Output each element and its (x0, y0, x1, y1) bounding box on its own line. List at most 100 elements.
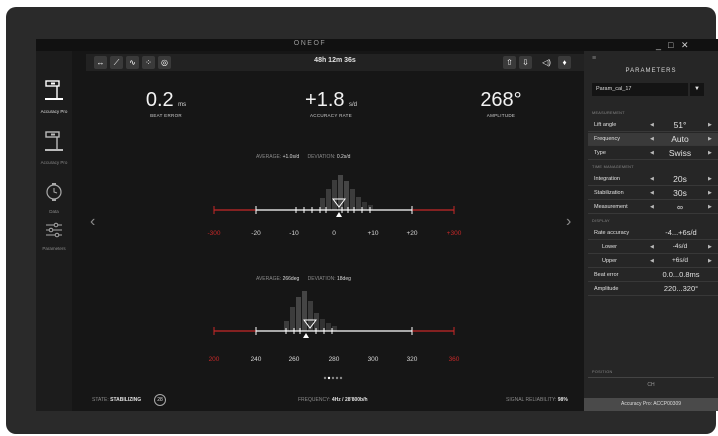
amp-deviation-value: 18deg (336, 276, 351, 282)
frequency-value: 4Hz / 28'800b/h (331, 397, 368, 403)
amplitude-tick-labels: 200 240 260 280 300 320 360 (209, 356, 460, 363)
state-status: STATE: STABILIZING (92, 397, 141, 403)
decrease-icon[interactable]: ◀ (650, 241, 654, 253)
increase-icon[interactable]: ▶ (708, 119, 712, 131)
page-indicator (323, 376, 343, 380)
state-counter: 28 (154, 394, 166, 406)
rate-tick-label: -10 (289, 230, 299, 237)
divider (588, 377, 714, 378)
frequency-status: FREQUENCY: 4Hz / 28'800b/h (298, 397, 368, 403)
preset-select[interactable]: Param_cal_17 (592, 83, 688, 96)
param-integration[interactable]: Integration ◀ 20s ▶ (588, 173, 718, 186)
rate-tick-label: -300 (207, 230, 220, 237)
param-value: 30s (673, 188, 687, 198)
close-button[interactable]: ✕ (681, 39, 689, 51)
section-display: DISPLAY (592, 219, 610, 223)
amp-tick-label: 320 (407, 356, 418, 363)
decrease-icon[interactable]: ◀ (650, 187, 654, 199)
decrease-icon[interactable]: ◀ (650, 173, 654, 185)
param-label: Beat error (594, 272, 619, 278)
increase-icon[interactable]: ▶ (708, 187, 712, 199)
param-beat-error[interactable]: Beat error 0.0...0.8ms (588, 269, 718, 282)
rate-tick-label: +10 (367, 230, 378, 237)
increase-icon[interactable]: ▶ (708, 173, 712, 185)
param-measurement[interactable]: Measurement ◀ ∞ ▶ (588, 201, 718, 214)
param-lower[interactable]: Lower ◀ -4s/d ▶ (588, 241, 718, 254)
amp-tick-label: 360 (449, 356, 460, 363)
decrease-icon[interactable]: ◀ (650, 119, 654, 131)
param-label: Stabilization (594, 190, 624, 196)
section-time-management: TIME MANAGEMENT (592, 165, 634, 169)
signal-status: SIGNAL RELIABILITY: 98% (506, 397, 568, 403)
panel-title: PARAMETERS (625, 68, 677, 74)
chevron-right-icon[interactable]: › (566, 213, 571, 231)
param-value: -4...+6s/d (665, 228, 697, 237)
page-dot-active[interactable] (327, 376, 331, 380)
param-label: Type (594, 150, 606, 156)
frequency-label: FREQUENCY: (298, 397, 331, 403)
decrease-icon[interactable]: ◀ (650, 133, 654, 145)
decrease-icon[interactable]: ◀ (650, 255, 654, 267)
app-window: ONEOF _ □ ✕ Accuracy Pro Accuracy Pro Da… (36, 39, 718, 411)
param-label: Amplitude (594, 286, 619, 292)
maximize-button[interactable]: □ (668, 39, 673, 51)
increase-icon[interactable]: ▶ (708, 255, 712, 267)
amplitude-histogram-bars (284, 291, 337, 331)
param-value: 0.0...0.8ms (662, 270, 700, 279)
device-badge[interactable]: Accuracy Pro: ACCP00309 (584, 398, 718, 411)
param-value: -4s/d (672, 243, 688, 250)
section-measurement: MEASUREMENT (592, 111, 625, 115)
param-value: Swiss (668, 148, 692, 158)
chevron-left-icon[interactable]: ‹ (90, 213, 95, 231)
chevron-down-icon[interactable]: ▼ (690, 83, 704, 96)
increase-icon[interactable]: ▶ (708, 201, 712, 213)
increase-icon[interactable]: ▶ (708, 133, 712, 145)
param-amplitude[interactable]: Amplitude 220...320° (588, 283, 718, 296)
decrease-icon[interactable]: ◀ (650, 201, 654, 213)
signal-label: SIGNAL RELIABILITY: (506, 397, 557, 403)
menu-icon[interactable]: ≡ (592, 55, 596, 62)
rate-tick-label: +300 (447, 230, 462, 237)
amp-tick-label: 300 (368, 356, 379, 363)
rate-tick-label: 0 (332, 230, 336, 237)
amp-average-value: 266deg (282, 276, 300, 282)
param-value: ∞ (676, 202, 684, 212)
param-rate-accuracy[interactable]: Rate accuracy -4...+6s/d (588, 227, 718, 240)
param-label: Frequency (594, 136, 620, 142)
decrease-icon[interactable]: ◀ (650, 147, 654, 159)
param-label: Upper (602, 258, 617, 264)
minimize-button[interactable]: _ (656, 39, 661, 51)
param-type[interactable]: Type ◀ Swiss ▶ (588, 147, 718, 160)
param-label: Lower (602, 244, 617, 250)
page-dot[interactable] (335, 376, 339, 380)
param-stabilization[interactable]: Stabilization ◀ 30s ▶ (588, 187, 718, 200)
param-label: Rate accuracy (594, 230, 630, 236)
amp-tick-label: 260 (289, 356, 300, 363)
increase-icon[interactable]: ▶ (708, 241, 712, 253)
status-bar: STATE: STABILIZING 28 FREQUENCY: 4Hz / 2… (86, 394, 584, 408)
signal-value: 98% (557, 397, 568, 403)
page-dot[interactable] (323, 376, 327, 380)
amplitude-stats: AVERAGE: 266deg DEVIATION: 18deg (256, 276, 351, 282)
state-value: STABILIZING (110, 397, 142, 403)
param-lift-angle[interactable]: Lift angle ◀ 51° ▶ (588, 119, 718, 132)
param-value: Auto (671, 134, 689, 144)
rate-tick-label: -20 (251, 230, 261, 237)
page-dot[interactable] (331, 376, 335, 380)
rate-tick-label: +20 (406, 230, 417, 237)
param-label: Lift angle (594, 122, 617, 128)
section-position: POSITION (592, 370, 613, 374)
param-frequency[interactable]: Frequency ◀ Auto ▶ (588, 133, 718, 146)
param-label: Integration (594, 176, 620, 182)
parameters-panel: ≡ PARAMETERS Param_cal_17 ▼ MEASUREMENT … (584, 51, 718, 411)
param-value: +6s/d (671, 257, 689, 264)
amp-average-label: AVERAGE: (256, 276, 282, 282)
position-value[interactable]: CH (584, 382, 718, 388)
amp-tick-label: 200 (209, 356, 220, 363)
increase-icon[interactable]: ▶ (708, 147, 712, 159)
param-value: 20s (673, 174, 687, 184)
param-value: 220...320° (663, 284, 699, 293)
page-dot[interactable] (339, 376, 343, 380)
param-upper[interactable]: Upper ◀ +6s/d ▶ (588, 255, 718, 268)
amp-tick-label: 240 (251, 356, 262, 363)
